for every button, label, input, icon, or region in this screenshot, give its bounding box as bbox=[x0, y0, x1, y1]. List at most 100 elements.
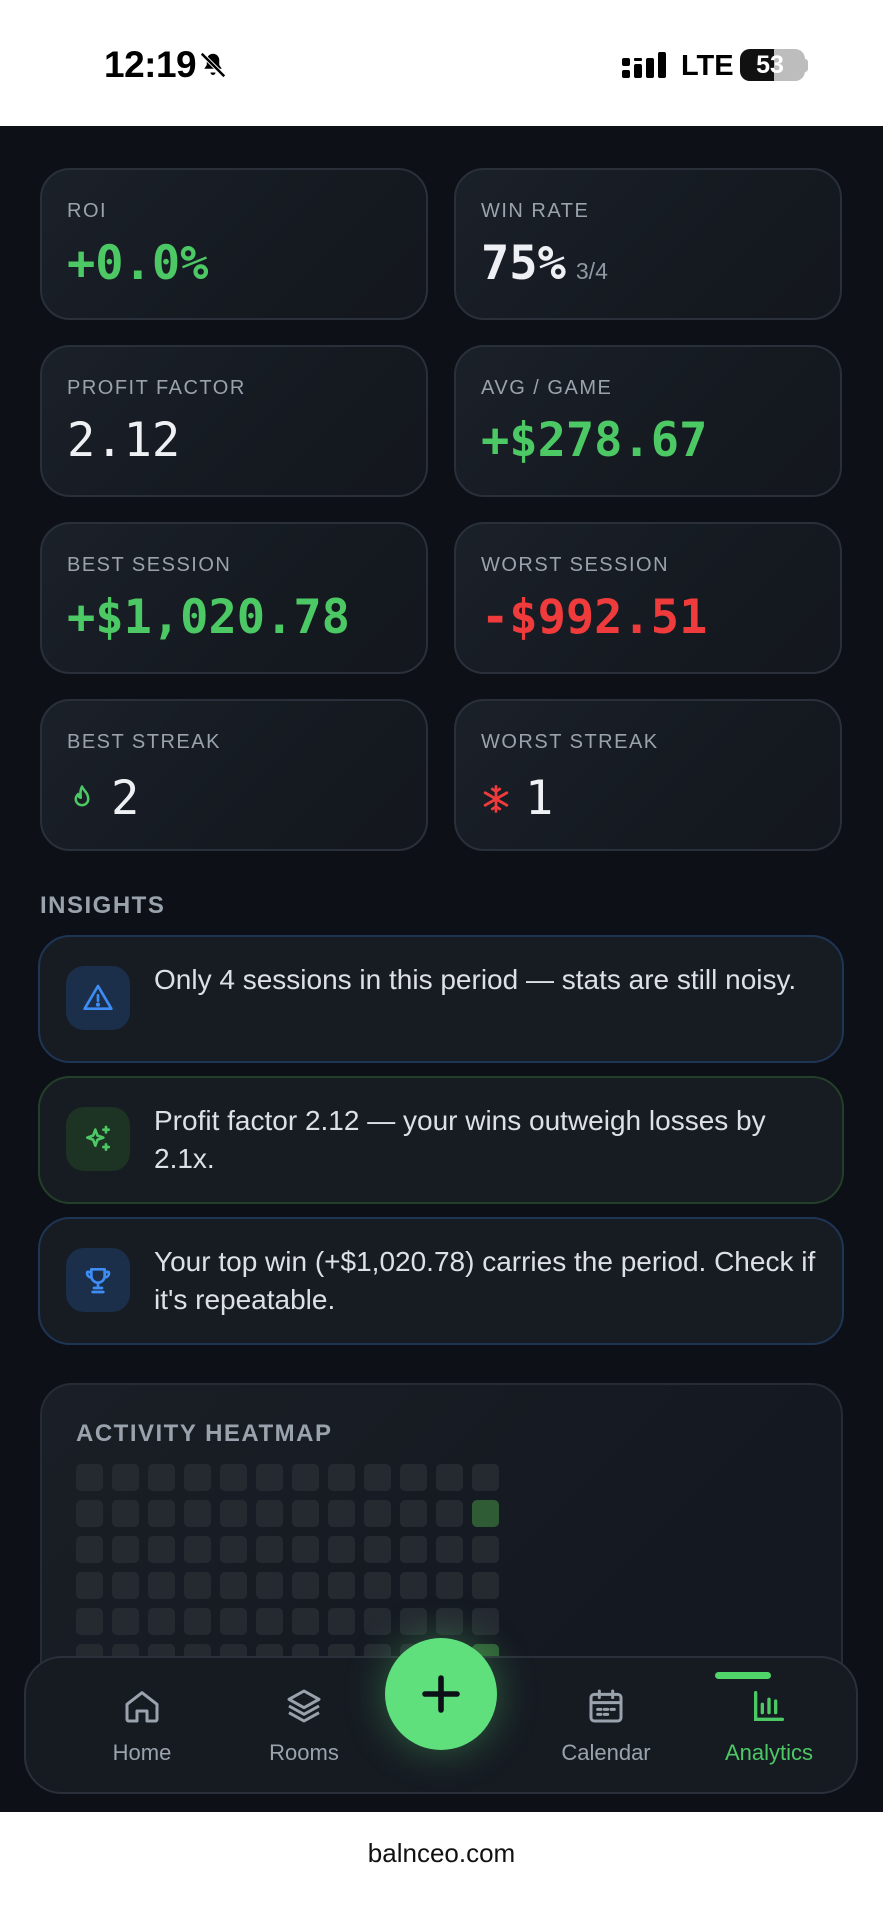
analytics-screen: ROI +0.0% WIN RATE 75% 3/4 PROFIT FACTOR … bbox=[0, 126, 883, 1812]
stat-value-wrap: 75% 3/4 bbox=[481, 236, 608, 291]
heatmap-cell bbox=[184, 1608, 211, 1635]
nav-label: Home bbox=[112, 1740, 172, 1765]
heatmap-cell bbox=[472, 1572, 499, 1599]
battery-percent: 53 bbox=[756, 51, 784, 79]
bar-chart-icon bbox=[754, 1691, 784, 1721]
home-icon bbox=[125, 1691, 159, 1723]
active-tab-indicator bbox=[715, 1672, 771, 1679]
heatmap-cell bbox=[400, 1536, 427, 1563]
stat-label: ROI bbox=[67, 200, 108, 222]
heatmap-cell bbox=[148, 1572, 175, 1599]
nav-analytics[interactable]: Analytics bbox=[699, 1686, 839, 1776]
stat-value: -$992.51 bbox=[481, 590, 708, 645]
heatmap-cell bbox=[220, 1464, 247, 1491]
url-label[interactable]: balnceo.com bbox=[0, 1838, 883, 1869]
heatmap-cell bbox=[112, 1572, 139, 1599]
stat-label: WORST STREAK bbox=[481, 731, 659, 753]
heatmap-cell bbox=[112, 1608, 139, 1635]
streak-value: 2 bbox=[111, 771, 140, 826]
heatmap-cell bbox=[76, 1572, 103, 1599]
bell-muted-icon bbox=[200, 52, 226, 78]
streak-row: 2 bbox=[67, 771, 139, 826]
heatmap-cell bbox=[220, 1500, 247, 1527]
insight-card-top-win: Your top win (+$1,020.78) carries the pe… bbox=[38, 1217, 844, 1345]
insight-card-sample-size: Only 4 sessions in this period — stats a… bbox=[38, 935, 844, 1063]
heatmap-cell bbox=[328, 1536, 355, 1563]
add-session-button[interactable] bbox=[385, 1638, 497, 1750]
status-time: 12:19 bbox=[104, 44, 197, 85]
heatmap-cell bbox=[436, 1572, 463, 1599]
stat-label: BEST STREAK bbox=[67, 731, 221, 753]
heatmap-cell bbox=[364, 1464, 391, 1491]
heatmap-cell bbox=[328, 1500, 355, 1527]
warning-icon bbox=[83, 984, 113, 1010]
layers-icon bbox=[287, 1689, 321, 1723]
stat-card-worst-streak: WORST STREAK 1 bbox=[454, 699, 842, 851]
heatmap-cell bbox=[148, 1500, 175, 1527]
stat-card-best-streak: BEST STREAK 2 bbox=[40, 699, 428, 851]
stat-label: AVG / GAME bbox=[481, 377, 613, 399]
nav-calendar[interactable]: Calendar bbox=[536, 1686, 676, 1776]
heatmap-cell bbox=[400, 1608, 427, 1635]
nav-label: Rooms bbox=[269, 1740, 339, 1765]
heatmap-cell bbox=[184, 1464, 211, 1491]
stat-card-roi: ROI +0.0% bbox=[40, 168, 428, 320]
stat-label: PROFIT FACTOR bbox=[67, 377, 246, 399]
calendar-icon bbox=[589, 1689, 623, 1723]
browser-footer: balnceo.com bbox=[0, 1812, 883, 1920]
heatmap-cell bbox=[184, 1500, 211, 1527]
trophy-icon bbox=[85, 1268, 111, 1294]
heatmap-cell bbox=[436, 1536, 463, 1563]
heatmap-cell bbox=[112, 1536, 139, 1563]
stat-card-avg-game: AVG / GAME +$278.67 bbox=[454, 345, 842, 497]
stat-value: +$278.67 bbox=[481, 413, 708, 468]
heatmap-cell bbox=[148, 1464, 175, 1491]
heatmap-cell bbox=[112, 1464, 139, 1491]
insights-heading: INSIGHTS bbox=[40, 892, 166, 919]
heatmap-cell bbox=[292, 1464, 319, 1491]
heatmap-cell bbox=[400, 1500, 427, 1527]
heatmap-cell bbox=[76, 1464, 103, 1491]
insight-icon-wrap bbox=[66, 966, 130, 1030]
nav-home[interactable]: Home bbox=[72, 1686, 212, 1776]
flame-icon bbox=[74, 784, 90, 806]
nav-label: Calendar bbox=[561, 1740, 651, 1765]
snowflake-icon bbox=[483, 784, 509, 813]
heatmap-cell bbox=[328, 1572, 355, 1599]
heatmap-cell bbox=[400, 1464, 427, 1491]
heatmap-cell bbox=[148, 1608, 175, 1635]
heatmap-cell bbox=[292, 1536, 319, 1563]
heatmap-cell bbox=[472, 1464, 499, 1491]
signal-icon bbox=[622, 52, 666, 78]
stat-card-worst-session: WORST SESSION -$992.51 bbox=[454, 522, 842, 674]
heatmap-cell bbox=[472, 1500, 499, 1527]
insight-icon-wrap bbox=[66, 1107, 130, 1171]
heatmap-cell bbox=[112, 1500, 139, 1527]
heatmap-cell bbox=[472, 1608, 499, 1635]
nav-rooms[interactable]: Rooms bbox=[234, 1686, 374, 1776]
insight-card-profit-factor: Profit factor 2.12 — your wins outweigh … bbox=[38, 1076, 844, 1204]
streak-value: 1 bbox=[525, 771, 554, 826]
heatmap-cell bbox=[364, 1572, 391, 1599]
heatmap-cell bbox=[436, 1500, 463, 1527]
heatmap-cell bbox=[148, 1536, 175, 1563]
heatmap-cell bbox=[364, 1500, 391, 1527]
stat-label: WIN RATE bbox=[481, 200, 590, 222]
status-bar: 12:19 LTE 53 bbox=[0, 0, 883, 126]
insight-icon-wrap bbox=[66, 1248, 130, 1312]
stat-value: +$1,020.78 bbox=[67, 590, 350, 645]
heatmap-cell bbox=[76, 1500, 103, 1527]
insight-text: Only 4 sessions in this period — stats a… bbox=[154, 964, 797, 995]
stat-card-best-session: BEST SESSION +$1,020.78 bbox=[40, 522, 428, 674]
heatmap-cell bbox=[184, 1536, 211, 1563]
stat-card-profit-factor: PROFIT FACTOR 2.12 bbox=[40, 345, 428, 497]
heatmap-cell bbox=[364, 1608, 391, 1635]
heatmap-cell bbox=[292, 1572, 319, 1599]
stat-label: BEST SESSION bbox=[67, 554, 232, 576]
heatmap-cell bbox=[220, 1572, 247, 1599]
heatmap-cell bbox=[364, 1536, 391, 1563]
battery-tip bbox=[803, 59, 808, 72]
stat-value: 75% bbox=[481, 236, 566, 291]
heatmap-cell bbox=[292, 1500, 319, 1527]
heatmap-cell bbox=[256, 1572, 283, 1599]
